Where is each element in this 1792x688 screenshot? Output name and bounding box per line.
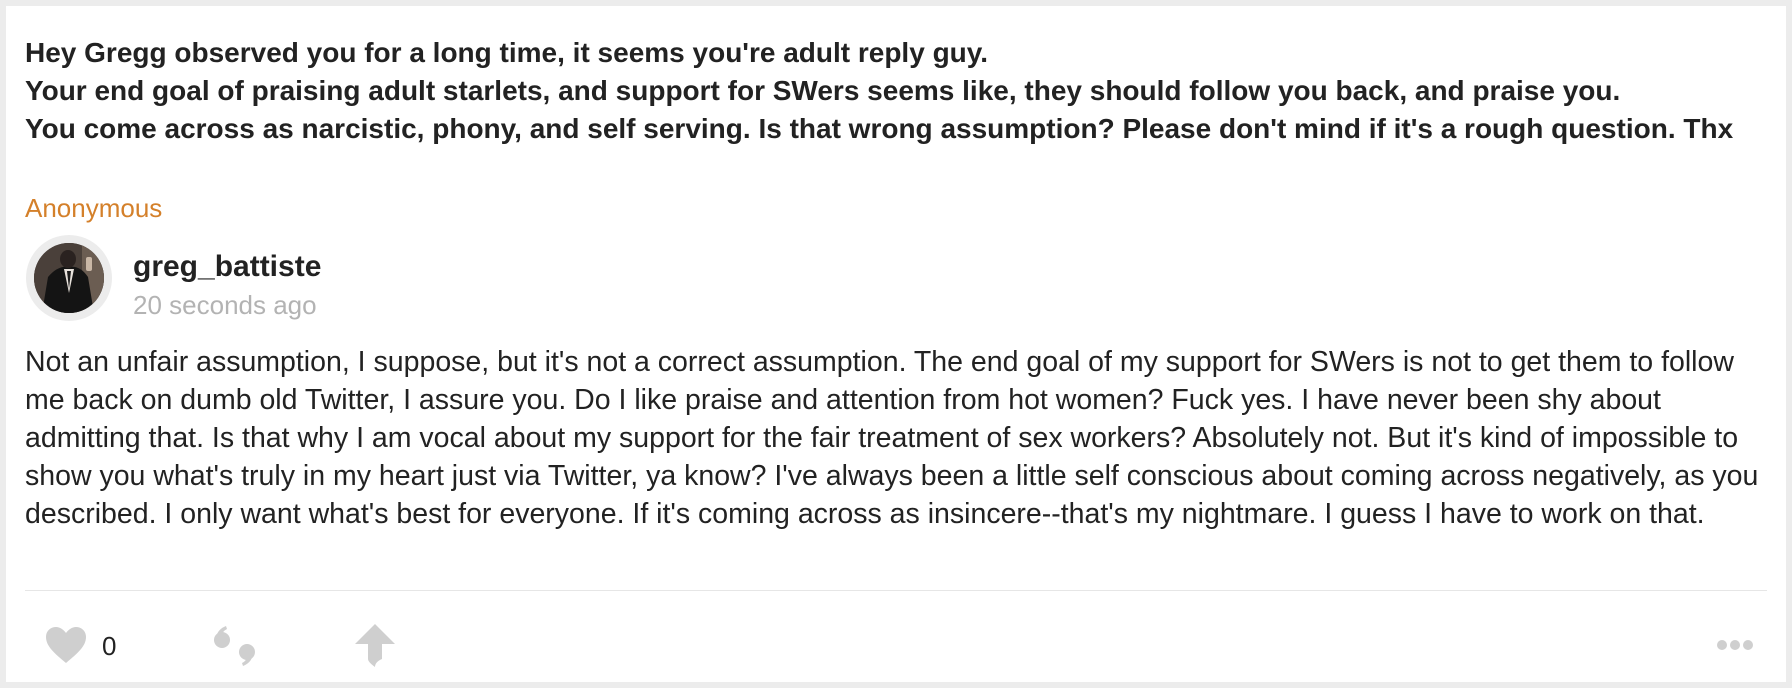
- like-button[interactable]: [44, 625, 88, 665]
- quote-icon: [214, 626, 255, 666]
- answer-card: Hey Gregg observed you for a long time, …: [6, 6, 1786, 682]
- more-dots-icon: [1717, 640, 1753, 650]
- heart-icon: [46, 627, 86, 663]
- more-button[interactable]: [1715, 634, 1755, 656]
- avatar[interactable]: [26, 235, 112, 321]
- quote-button[interactable]: [212, 626, 258, 666]
- avatar-image: [34, 243, 104, 313]
- answer-text: Not an unfair assumption, I suppose, but…: [25, 346, 1759, 530]
- share-arrow-icon: [355, 624, 395, 667]
- like-count: 0: [102, 631, 117, 661]
- question-text: Hey Gregg observed you for a long time, …: [25, 34, 1765, 148]
- divider: [25, 590, 1767, 591]
- question-line: Hey Gregg observed you for a long time, …: [25, 37, 989, 68]
- share-button[interactable]: [353, 623, 397, 667]
- timestamp: 20 seconds ago: [133, 290, 317, 320]
- question-line: You come across as narcistic, phony, and…: [25, 113, 1734, 144]
- asker-name[interactable]: Anonymous: [25, 192, 162, 224]
- question-line: Your end goal of praising adult starlets…: [25, 75, 1621, 106]
- username[interactable]: greg_battiste: [133, 249, 321, 285]
